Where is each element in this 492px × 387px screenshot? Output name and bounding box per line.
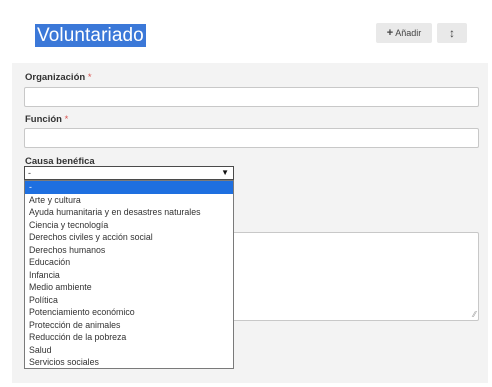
organization-input[interactable]: [24, 87, 479, 107]
cause-option[interactable]: Arte y cultura: [25, 194, 233, 207]
resize-grip-icon[interactable]: ⁄⁄: [473, 310, 476, 319]
plus-icon: +: [386, 27, 394, 39]
dropdown-arrow-icon: ▼: [221, 168, 229, 177]
cause-option[interactable]: Ayuda humanitaria y en desastres natural…: [25, 206, 233, 219]
function-label: Función *: [25, 114, 68, 125]
add-button-label: Añadir: [395, 28, 422, 38]
organization-label: Organización *: [25, 72, 92, 83]
reorder-arrows-icon: ↕: [449, 26, 455, 40]
organization-label-text: Organización: [25, 72, 86, 83]
function-label-text: Función: [25, 114, 62, 125]
cause-option[interactable]: Medio ambiente: [25, 281, 233, 294]
cause-option[interactable]: -: [25, 181, 233, 194]
cause-option[interactable]: Reducción de la pobreza: [25, 331, 233, 344]
cause-option[interactable]: Derechos humanos: [25, 244, 233, 257]
cause-option[interactable]: Política: [25, 294, 233, 307]
required-mark: *: [64, 114, 69, 125]
cause-option[interactable]: Ciencia y tecnología: [25, 219, 233, 232]
cause-option[interactable]: Derechos civiles y acción social: [25, 231, 233, 244]
cause-option[interactable]: Educación: [25, 256, 233, 269]
cause-select[interactable]: - ▼: [24, 166, 234, 180]
required-mark: *: [87, 72, 92, 83]
cause-option[interactable]: Salud: [25, 344, 233, 357]
cause-option[interactable]: Infancia: [25, 269, 233, 282]
add-button[interactable]: + Añadir: [376, 23, 432, 43]
cause-selected-value: -: [28, 168, 31, 178]
cause-option[interactable]: Potenciamiento económico: [25, 306, 233, 319]
section-header: Voluntariado + Añadir ↕: [0, 0, 492, 62]
reorder-button[interactable]: ↕: [437, 23, 467, 43]
function-input[interactable]: [24, 128, 479, 148]
cause-option[interactable]: Protección de animales: [25, 319, 233, 332]
cause-option[interactable]: Servicios sociales: [25, 356, 233, 369]
cause-options-list: - Arte y cultura Ayuda humanitaria y en …: [24, 180, 234, 369]
section-title: Voluntariado: [35, 24, 146, 47]
